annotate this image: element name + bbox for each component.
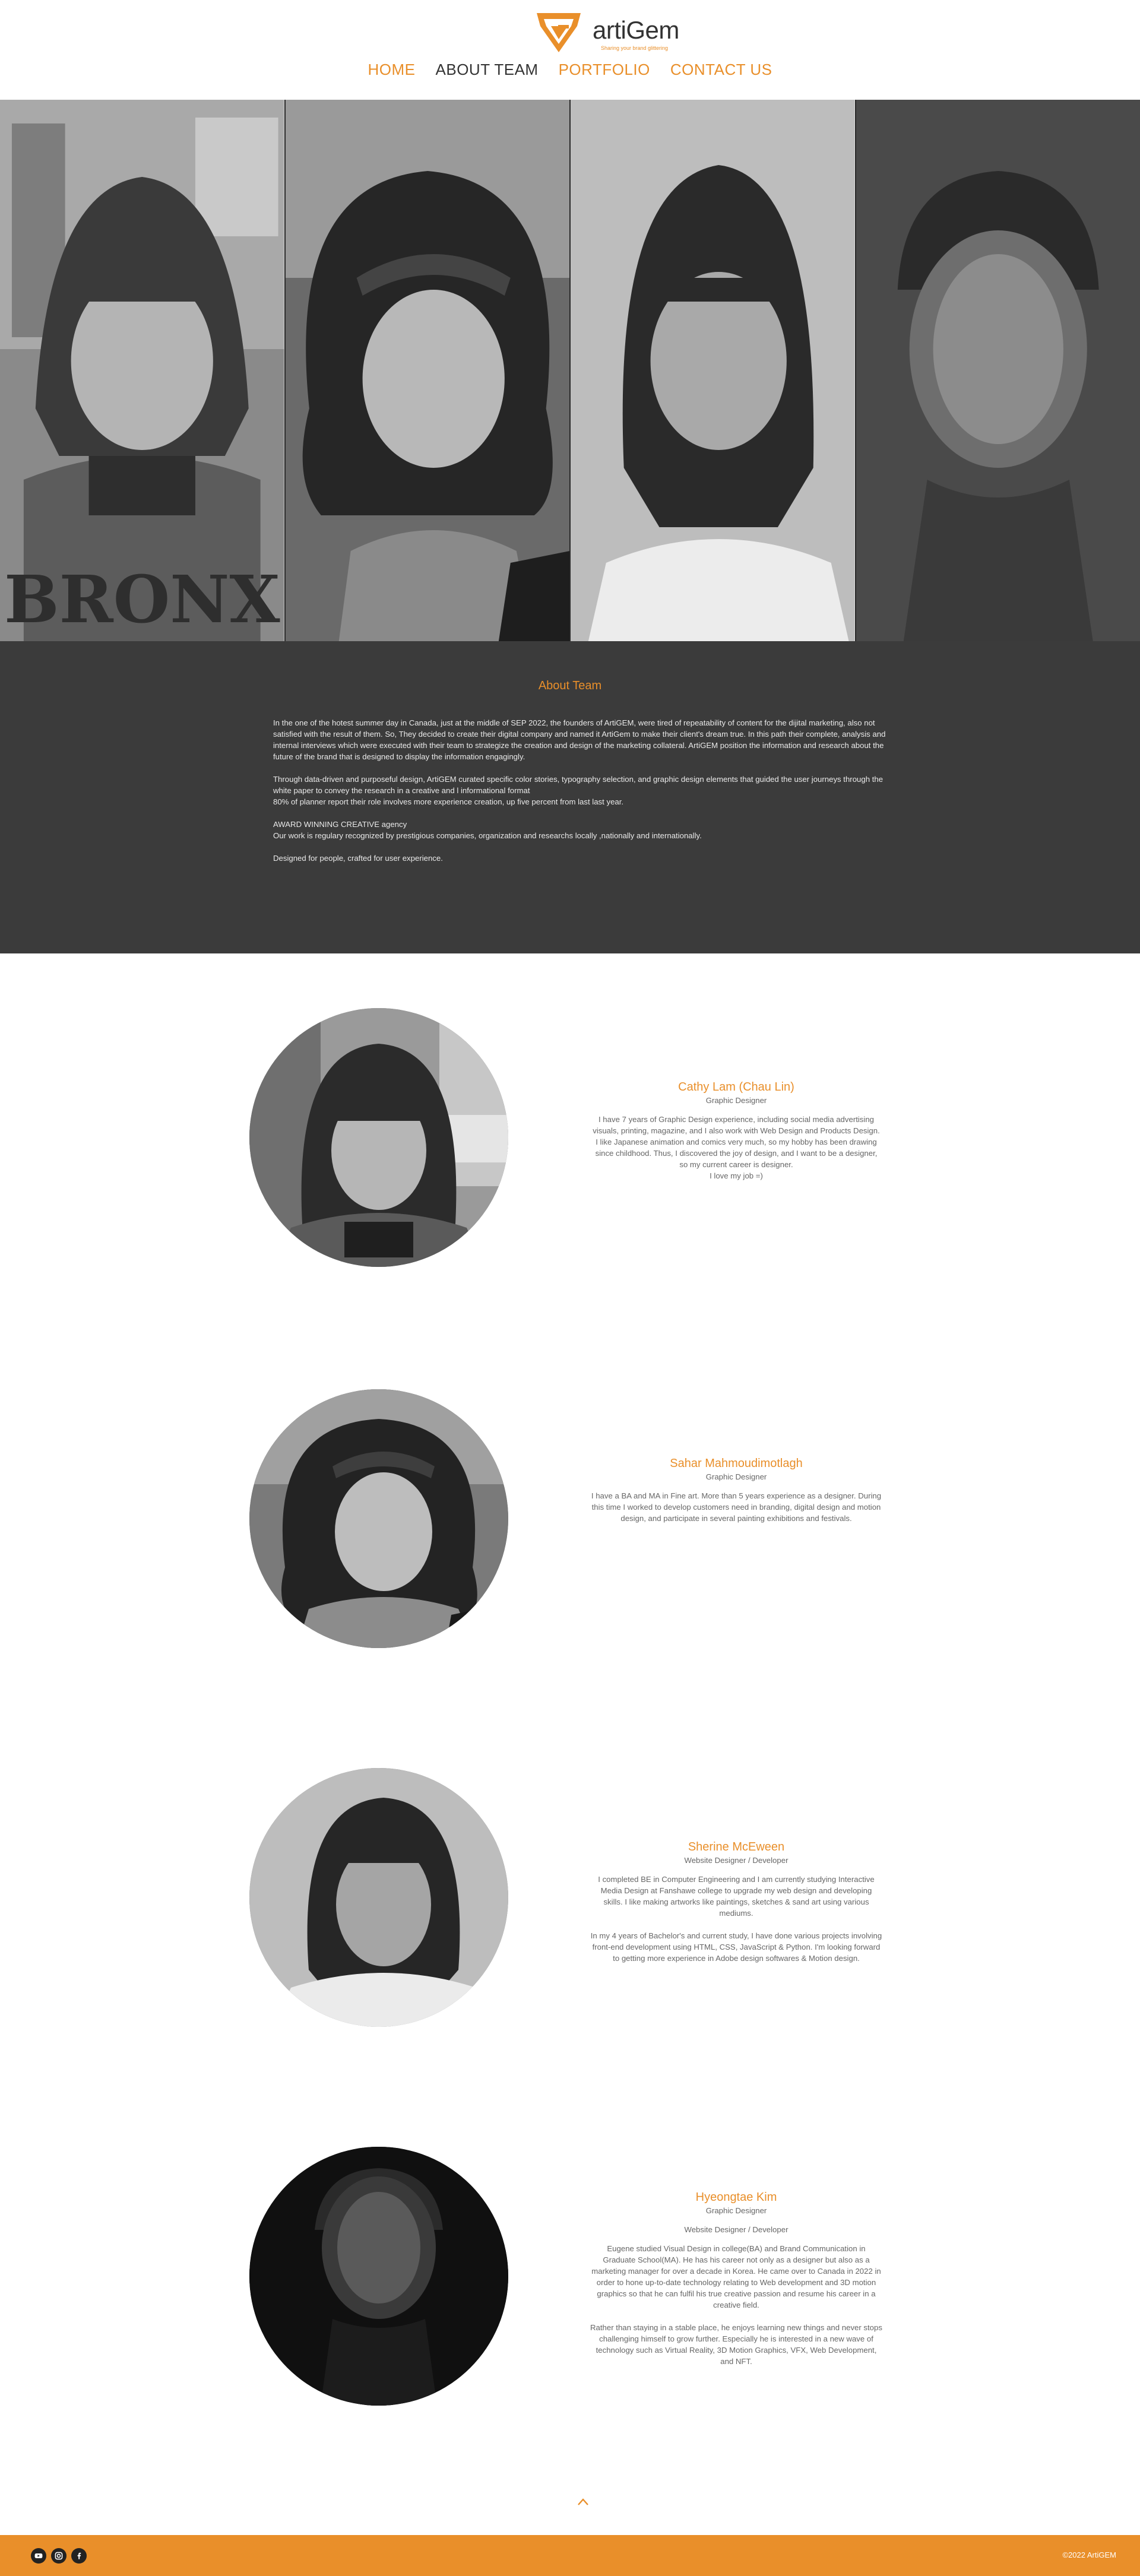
about-paragraph: Designed for people, crafted for user ex… [273, 854, 443, 863]
hero-photo-strip: BRONX [0, 100, 1140, 641]
nav-contact-us[interactable]: CONTACT US [670, 61, 772, 79]
nav-home[interactable]: HOME [368, 61, 416, 79]
copyright-text: ©2022 ArtiGEM [1062, 2550, 1116, 2559]
nav-portfolio[interactable]: PORTFOLIO [559, 61, 650, 79]
member-role: Website Designer / Developer [684, 1856, 788, 1865]
member-bio: Rather than staying in a stable place, h… [590, 2323, 882, 2366]
gem-logo-icon [537, 13, 581, 52]
hero-photo-2 [284, 100, 569, 641]
member-name: Sahar Mahmoudimotlagh [670, 1457, 803, 1470]
hero-photo-3 [569, 100, 855, 641]
team-member-card: Sahar Mahmoudimotlagh Graphic Designer I… [0, 1389, 1140, 1650]
about-paragraph: In the one of the hotest summer day in C… [273, 718, 886, 761]
back-to-top-chevron-up-icon[interactable] [577, 2497, 590, 2507]
member-name: Hyeongtae Kim [695, 2191, 777, 2204]
site-footer: ©2022 ArtiGEM [0, 2535, 1140, 2576]
member-bio: In my 4 years of Bachelor's and current … [590, 1931, 882, 1963]
member-role: Graphic Designer [705, 2206, 767, 2215]
brand-tagline: Sharing your brand glittering [601, 45, 669, 51]
member-photo [249, 1389, 508, 1648]
member-photo [249, 1768, 508, 2027]
social-links [31, 2548, 87, 2564]
youtube-icon[interactable] [31, 2548, 46, 2564]
about-team-section: About Team In the one of the hotest summ… [0, 641, 1140, 953]
facebook-icon[interactable] [71, 2548, 87, 2564]
brand-name: artiGem [593, 16, 679, 44]
team-member-card: Cathy Lam (Chau Lin) Graphic Designer I … [0, 1008, 1140, 1269]
about-team-body: In the one of the hotest summer day in C… [273, 717, 891, 875]
team-member-card: Sherine McEween Website Designer / Devel… [0, 1768, 1140, 2029]
member-info: Sherine McEween Website Designer / Devel… [590, 1839, 882, 1975]
member-bio: I have 7 years of Graphic Design experie… [593, 1115, 880, 1180]
member-role: Graphic Designer [705, 1096, 767, 1105]
logo[interactable]: artiGem Sharing your brand glittering [534, 9, 679, 55]
main-nav: HOME ABOUT TEAM PORTFOLIO CONTACT US [0, 61, 1140, 79]
svg-text:BRONX: BRONX [4, 561, 280, 638]
member-photo [249, 2147, 508, 2406]
member-name: Sherine McEween [688, 1840, 785, 1853]
member-bio: I completed BE in Computer Engineering a… [598, 1875, 875, 1918]
about-paragraph: AWARD WINNING CREATIVE agency Our work i… [273, 820, 702, 840]
hero-photo-4 [854, 100, 1140, 641]
team-member-card: Hyeongtae Kim Graphic Designer Website D… [0, 2147, 1140, 2408]
about-paragraph: Through data-driven and purposeful desig… [273, 775, 884, 806]
member-name: Cathy Lam (Chau Lin) [678, 1081, 794, 1094]
member-photo [249, 1008, 508, 1267]
member-info: Cathy Lam (Chau Lin) Graphic Designer I … [590, 1079, 882, 1193]
member-info: Hyeongtae Kim Graphic Designer Website D… [590, 2190, 882, 2378]
member-role-secondary: Website Designer / Developer [684, 2225, 788, 2234]
nav-about-team[interactable]: ABOUT TEAM [436, 61, 539, 79]
instagram-icon[interactable] [51, 2548, 66, 2564]
member-bio: I have a BA and MA in Fine art. More tha… [591, 1491, 882, 1523]
hero-photo-1: BRONX [0, 100, 284, 641]
member-bio: Eugene studied Visual Design in college(… [591, 2244, 881, 2309]
member-role: Graphic Designer [705, 1472, 767, 1481]
member-info: Sahar Mahmoudimotlagh Graphic Designer I… [590, 1456, 882, 1535]
about-team-title: About Team [538, 679, 602, 692]
site-header: artiGem Sharing your brand glittering HO… [0, 0, 1140, 100]
